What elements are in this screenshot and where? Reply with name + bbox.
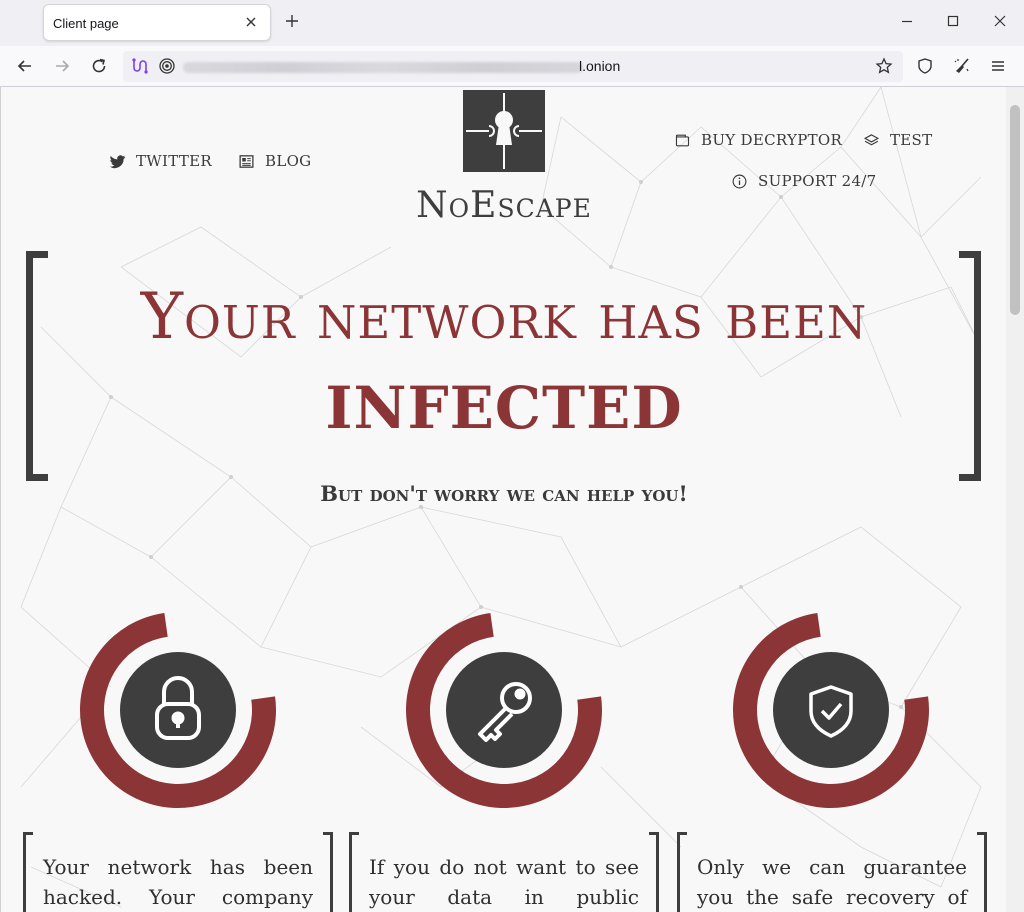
feature-lock <box>68 600 288 820</box>
nav-blog-label: BLOG <box>265 152 312 170</box>
new-tab-icon[interactable] <box>283 12 301 30</box>
onion-site-icon[interactable] <box>158 57 176 75</box>
nav-buy-decryptor-link[interactable]: BUY DECRYPTOR <box>674 131 842 149</box>
tab-bar: Client page <box>0 0 1024 46</box>
keyhole-puzzle-icon <box>466 93 542 169</box>
keyhole-logo <box>463 90 545 172</box>
url-text: l.onion <box>579 58 621 74</box>
navigation-bar: l.onion <box>0 46 1024 87</box>
tab-client-page[interactable]: Client page <box>43 4 271 41</box>
page-viewport: TWITTER BLOG NoEscape BUY DECRYPTOR TEST… <box>0 87 1006 912</box>
info-icon <box>732 174 747 188</box>
feature-key <box>394 600 614 820</box>
new-identity-broom-icon[interactable] <box>953 57 971 75</box>
twitter-icon <box>109 154 126 168</box>
nav-twitter-link[interactable]: TWITTER <box>109 152 212 170</box>
wallet-icon <box>675 134 690 146</box>
nav-test-link[interactable]: TEST <box>863 131 932 149</box>
forward-icon[interactable] <box>52 56 72 76</box>
scrollbar-thumb[interactable] <box>1010 105 1020 315</box>
headline: Your network has been <box>140 280 868 354</box>
url-bar[interactable]: l.onion <box>123 51 903 82</box>
newspaper-icon <box>239 154 254 168</box>
shield-icon[interactable] <box>916 57 934 75</box>
page-scrollbar[interactable] <box>1006 87 1024 912</box>
layers-icon <box>863 133 880 145</box>
brand-name: NoEscape <box>416 185 592 226</box>
redacted-url <box>183 62 583 73</box>
minimize-icon[interactable] <box>898 12 916 30</box>
menu-icon[interactable] <box>989 57 1007 75</box>
maximize-icon[interactable] <box>944 12 962 30</box>
info-card-text: If you do not want to see your data in p… <box>369 855 639 909</box>
info-card: Only we can guarantee you the safe recov… <box>677 832 987 912</box>
onion-circuit-icon[interactable] <box>130 57 148 75</box>
nav-buy-decryptor-label: BUY DECRYPTOR <box>701 131 843 149</box>
close-tab-icon[interactable] <box>242 13 260 31</box>
nav-test-label: TEST <box>890 131 933 149</box>
tab-title: Client page <box>53 16 119 31</box>
headline-infected: INFECTED <box>325 374 683 442</box>
nav-support-label: SUPPORT 24/7 <box>758 172 877 190</box>
subheadline: But don't worry we can help you! <box>320 481 688 506</box>
nav-support-link[interactable]: SUPPORT 24/7 <box>731 172 877 190</box>
nav-twitter-label: TWITTER <box>136 152 212 170</box>
feature-shield <box>721 600 941 820</box>
info-card: If you do not want to see your data in p… <box>349 832 659 912</box>
back-icon[interactable] <box>15 56 35 76</box>
close-window-icon[interactable] <box>991 12 1009 30</box>
reload-icon[interactable] <box>89 56 109 76</box>
info-card: Your network has been hacked. Your compa… <box>23 832 333 912</box>
info-card-text: Only we can guarantee you the safe recov… <box>697 855 967 909</box>
bookmark-star-icon[interactable] <box>875 57 893 75</box>
info-card-text: Your network has been hacked. Your compa… <box>43 855 313 909</box>
nav-blog-link[interactable]: BLOG <box>238 152 311 170</box>
